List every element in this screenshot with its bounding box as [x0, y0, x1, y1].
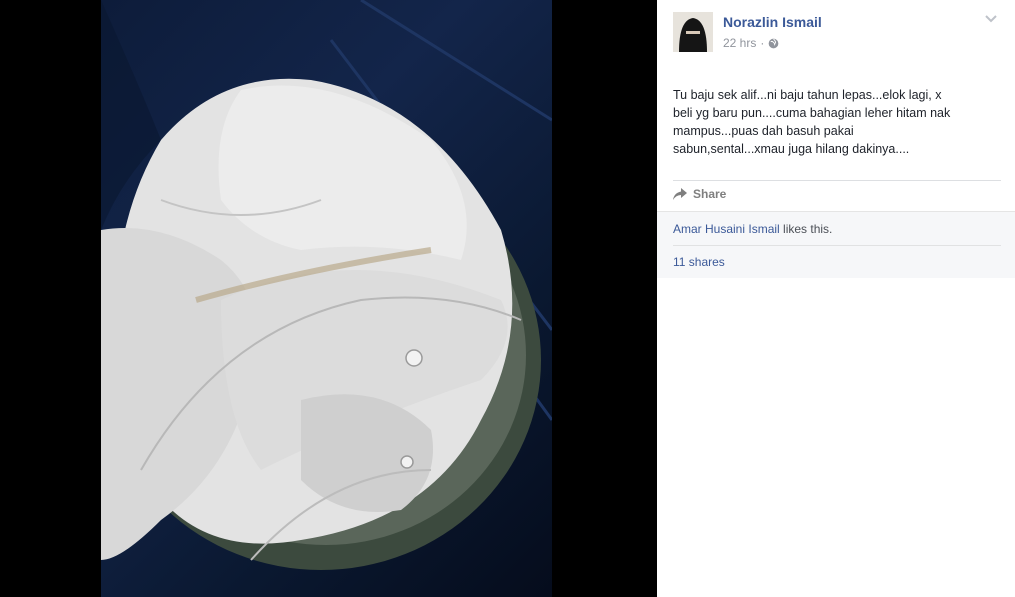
likes-suffix: likes this.	[779, 222, 833, 236]
post-side-panel: Norazlin Ismail 22 hrs · Tu baju sek ali…	[657, 0, 1015, 597]
post-timestamp[interactable]: 22 hrs	[723, 36, 756, 50]
avatar[interactable]	[673, 12, 713, 52]
share-label: Share	[693, 187, 727, 201]
post-text-line: sabun,sental...xmau juga hilang dakinya.…	[673, 142, 910, 156]
meta-separator: ·	[760, 36, 765, 50]
shirt-in-basin-image	[101, 0, 552, 570]
social-summary: Amar Husaini Ismail likes this. 11 share…	[657, 211, 1015, 278]
likes-summary: Amar Husaini Ismail likes this.	[673, 222, 832, 236]
chevron-down-icon[interactable]	[985, 14, 997, 24]
photo-viewer	[0, 0, 657, 597]
globe-icon[interactable]	[768, 38, 779, 49]
liker-name[interactable]: Amar Husaini Ismail	[673, 222, 780, 236]
divider	[673, 245, 1001, 246]
shares-count[interactable]: 11 shares	[673, 255, 725, 269]
post-text: Tu baju sek alif...ni baju tahun lepas..…	[673, 86, 997, 158]
post-text-line: mampus...puas dah basuh pakai	[673, 124, 854, 138]
post-text-line: Tu baju sek alif...ni baju tahun lepas..…	[673, 88, 942, 102]
post-text-line: beli yg baru pun....cuma bahagian leher …	[673, 106, 951, 120]
post-meta: 22 hrs ·	[723, 36, 779, 50]
profile-picture-icon	[673, 12, 713, 52]
share-button[interactable]: Share	[673, 187, 726, 201]
author-name[interactable]: Norazlin Ismail	[723, 14, 822, 30]
post-photo[interactable]	[101, 0, 552, 597]
share-arrow-icon	[673, 188, 687, 200]
divider	[673, 180, 1001, 181]
